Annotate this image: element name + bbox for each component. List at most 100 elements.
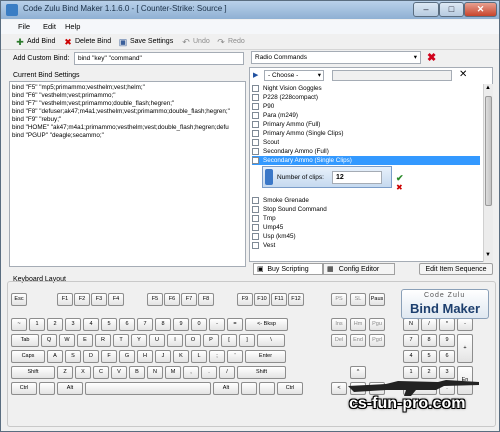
key-alt-right[interactable]: Alt — [213, 382, 239, 395]
key-arrow-left[interactable]: < — [331, 382, 347, 395]
checkbox[interactable] — [252, 157, 259, 164]
key-num5[interactable]: 5 — [421, 350, 437, 363]
list-item[interactable]: Scout — [252, 138, 480, 147]
key-f12[interactable]: F12 — [288, 293, 304, 306]
key-n[interactable]: N — [147, 366, 163, 379]
key-num-plus[interactable]: + — [457, 334, 473, 363]
key-r[interactable]: R — [95, 334, 111, 347]
checkbox[interactable] — [252, 103, 259, 110]
menu-edit[interactable]: Edit — [43, 22, 56, 31]
key-x[interactable]: X — [75, 366, 91, 379]
key-num-divide[interactable]: / — [421, 318, 437, 331]
checkbox[interactable] — [252, 121, 259, 128]
key-p[interactable]: P — [203, 334, 219, 347]
key-i[interactable]: I — [167, 334, 183, 347]
cancel-clips-icon[interactable]: ✖ — [396, 183, 403, 192]
key-ctrl-left[interactable]: Ctrl — [11, 382, 37, 395]
list-item[interactable]: Tmp — [252, 214, 480, 223]
list-item[interactable]: Ump45 — [252, 223, 480, 232]
checkbox[interactable] — [252, 85, 259, 92]
key-f10[interactable]: F10 — [254, 293, 270, 306]
key-symbol[interactable]: ' — [227, 350, 243, 363]
list-item[interactable]: Vest — [252, 241, 480, 250]
clips-input[interactable]: 12 — [332, 171, 382, 184]
list-item[interactable]: Night Vision Goggles — [252, 84, 480, 93]
key-symbol[interactable]: [ — [221, 334, 237, 347]
key-ps[interactable]: PS — [331, 293, 347, 306]
key-m[interactable]: M — [165, 366, 181, 379]
key-j[interactable]: J — [155, 350, 171, 363]
choose-dropdown[interactable]: - Choose - ▾ — [264, 70, 324, 81]
key-symbol[interactable]: ; — [209, 350, 225, 363]
checkbox[interactable] — [252, 224, 259, 231]
key-1[interactable]: 1 — [29, 318, 45, 331]
menu-file[interactable]: File — [18, 22, 30, 31]
scrollbar[interactable]: ▲ ▼ — [483, 84, 493, 262]
key-f8[interactable]: F8 — [198, 293, 214, 306]
key-symbol[interactable]: ] — [239, 334, 255, 347]
key-f2[interactable]: F2 — [74, 293, 90, 306]
key-shift-right[interactable]: Shift — [237, 366, 286, 379]
key-g[interactable]: G — [119, 350, 135, 363]
key-o[interactable]: O — [185, 334, 201, 347]
list-item[interactable]: Para (m249) — [252, 111, 480, 120]
command-arg-input[interactable] — [332, 70, 452, 81]
checkbox[interactable] — [252, 215, 259, 222]
list-item[interactable]: Primary Ammo (Single Clips) — [252, 129, 480, 138]
checkbox[interactable] — [252, 94, 259, 101]
key-space[interactable] — [85, 382, 211, 395]
key-symbol[interactable]: \ — [257, 334, 285, 347]
close-button[interactable]: ✕ — [464, 2, 497, 17]
list-item[interactable]: P90 — [252, 102, 480, 111]
key-4[interactable]: 4 — [83, 318, 99, 331]
list-item[interactable]: Primary Ammo (Full) — [252, 120, 480, 129]
key-f6[interactable]: F6 — [164, 293, 180, 306]
delete-bind-button[interactable]: ✖ Delete Bind — [63, 36, 111, 48]
key-y[interactable]: Y — [131, 334, 147, 347]
key-symbol[interactable]: . — [201, 366, 217, 379]
key-win-left[interactable] — [39, 382, 55, 395]
list-item[interactable]: Smoke Grenade — [252, 196, 480, 205]
key-symbol[interactable]: / — [219, 366, 235, 379]
key-num9[interactable]: 9 — [439, 334, 455, 347]
key-num7[interactable]: 7 — [403, 334, 419, 347]
scroll-up-icon[interactable]: ▲ — [485, 85, 491, 91]
key-symbol[interactable]: ~ — [11, 318, 27, 331]
key-numlock[interactable]: N — [403, 318, 419, 331]
key-symbol[interactable]: , — [183, 366, 199, 379]
key-paus[interactable]: Paus — [369, 293, 385, 306]
key-f7[interactable]: F7 — [181, 293, 197, 306]
list-item[interactable]: Secondary Ammo (Full) — [252, 147, 480, 156]
key-v[interactable]: V — [111, 366, 127, 379]
save-settings-button[interactable]: ▣ Save Settings — [118, 36, 173, 48]
tab-buy-scripting[interactable]: ▣ Buy Scripting — [253, 263, 323, 275]
category-dropdown[interactable]: Radio Commands ▾ — [251, 51, 421, 64]
list-item[interactable]: P228 (228compact) — [252, 93, 480, 102]
key-7[interactable]: 7 — [137, 318, 153, 331]
key-pgd[interactable]: Pgd — [369, 334, 385, 347]
key-z[interactable]: Z — [57, 366, 73, 379]
key-pgu[interactable]: Pgu — [369, 318, 385, 331]
key-t[interactable]: T — [113, 334, 129, 347]
scroll-thumb[interactable] — [485, 96, 492, 206]
key-l[interactable]: L — [191, 350, 207, 363]
checkbox[interactable] — [252, 206, 259, 213]
key-alt-left[interactable]: Alt — [57, 382, 83, 395]
custom-bind-input[interactable]: bind "key" "command" — [74, 52, 244, 65]
key-d[interactable]: D — [83, 350, 99, 363]
key-del[interactable]: Del — [331, 334, 347, 347]
key-caps[interactable]: Caps — [11, 350, 45, 363]
key-symbol[interactable]: = — [227, 318, 243, 331]
minimize-button[interactable]: – — [413, 2, 439, 17]
key-w[interactable]: W — [59, 334, 75, 347]
key-num-minus[interactable]: - — [457, 318, 473, 331]
key-ins[interactable]: Ins — [331, 318, 347, 331]
key-2[interactable]: 2 — [47, 318, 63, 331]
key-f9[interactable]: F9 — [237, 293, 253, 306]
key-backspace[interactable]: <- Bksp — [245, 318, 288, 331]
scroll-down-icon[interactable]: ▼ — [485, 252, 491, 258]
key-f[interactable]: F — [101, 350, 117, 363]
checkbox[interactable] — [252, 130, 259, 137]
key-f4[interactable]: F4 — [108, 293, 124, 306]
redo-button[interactable]: ↷ Redo — [216, 36, 245, 48]
